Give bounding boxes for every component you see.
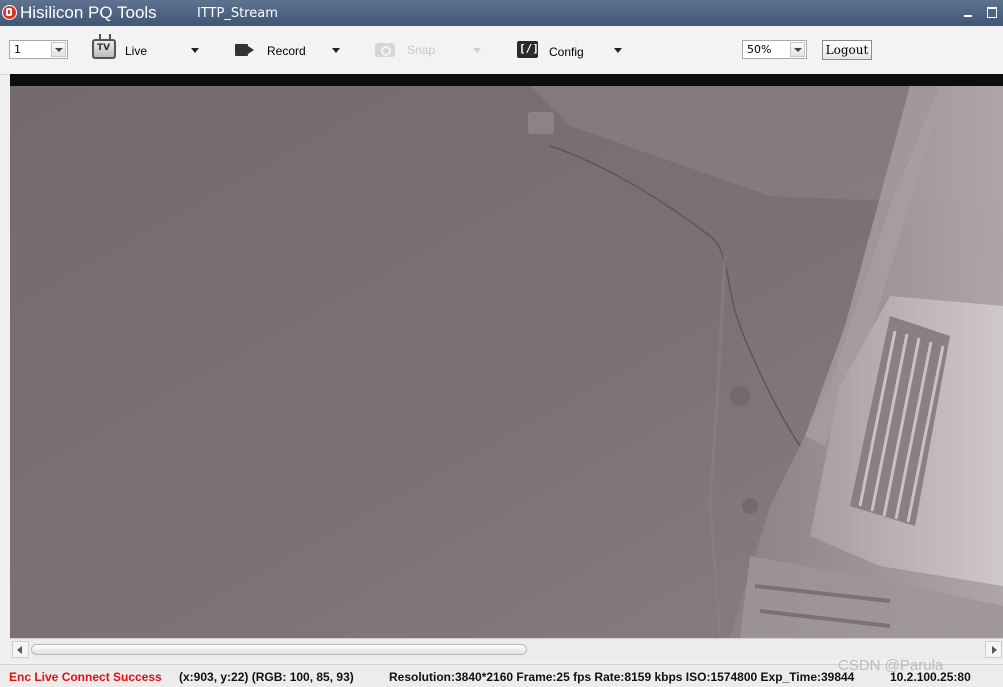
video-preview[interactable] bbox=[10, 74, 1003, 638]
app-logo-icon bbox=[2, 5, 17, 20]
maximize-icon[interactable] bbox=[986, 6, 998, 18]
live-dropdown-caret-icon[interactable] bbox=[191, 48, 199, 53]
minimize-icon[interactable] bbox=[962, 6, 974, 18]
video-image bbox=[10, 86, 1003, 638]
pixel-coordinates: (x:903, y:22) (RGB: 100, 85, 93) bbox=[179, 670, 354, 684]
watermark: CSDN @Parula bbox=[838, 657, 944, 674]
chevron-down-icon[interactable] bbox=[790, 42, 805, 57]
channel-select[interactable]: 1 bbox=[9, 40, 68, 59]
camera-icon bbox=[375, 43, 395, 57]
logout-button[interactable]: Logout bbox=[822, 40, 872, 60]
title-bar: Hisilicon PQ Tools ITTP_Stream bbox=[0, 0, 1003, 26]
record-label: Record bbox=[267, 44, 306, 58]
live-label: Live bbox=[125, 44, 148, 58]
config-label: Config bbox=[549, 45, 584, 59]
zoom-select[interactable]: 50% bbox=[742, 40, 807, 59]
video-camera-icon bbox=[235, 44, 254, 56]
stream-info: Resolution:3840*2160 Frame:25 fps Rate:8… bbox=[389, 670, 855, 684]
scroll-right-icon[interactable] bbox=[985, 641, 1002, 658]
record-dropdown-caret-icon[interactable] bbox=[332, 48, 340, 53]
toolbar: 1 Live Record Snap Config 50% Logout bbox=[0, 26, 1003, 75]
config-dropdown-caret-icon[interactable] bbox=[614, 48, 622, 53]
app-title: Hisilicon PQ Tools bbox=[20, 3, 157, 22]
scroll-left-icon[interactable] bbox=[12, 641, 29, 658]
snap-dropdown-caret-icon[interactable] bbox=[473, 48, 481, 53]
stream-title: ITTP_Stream bbox=[197, 6, 278, 21]
config-icon bbox=[517, 41, 539, 58]
connection-status: Enc Live Connect Success bbox=[9, 670, 162, 684]
channel-select-value: 1 bbox=[14, 43, 21, 56]
zoom-select-value: 50% bbox=[747, 43, 772, 56]
chevron-down-icon[interactable] bbox=[51, 42, 66, 57]
tv-icon bbox=[92, 39, 116, 59]
scrollbar-thumb[interactable] bbox=[31, 644, 527, 655]
snap-label: Snap bbox=[407, 43, 436, 57]
